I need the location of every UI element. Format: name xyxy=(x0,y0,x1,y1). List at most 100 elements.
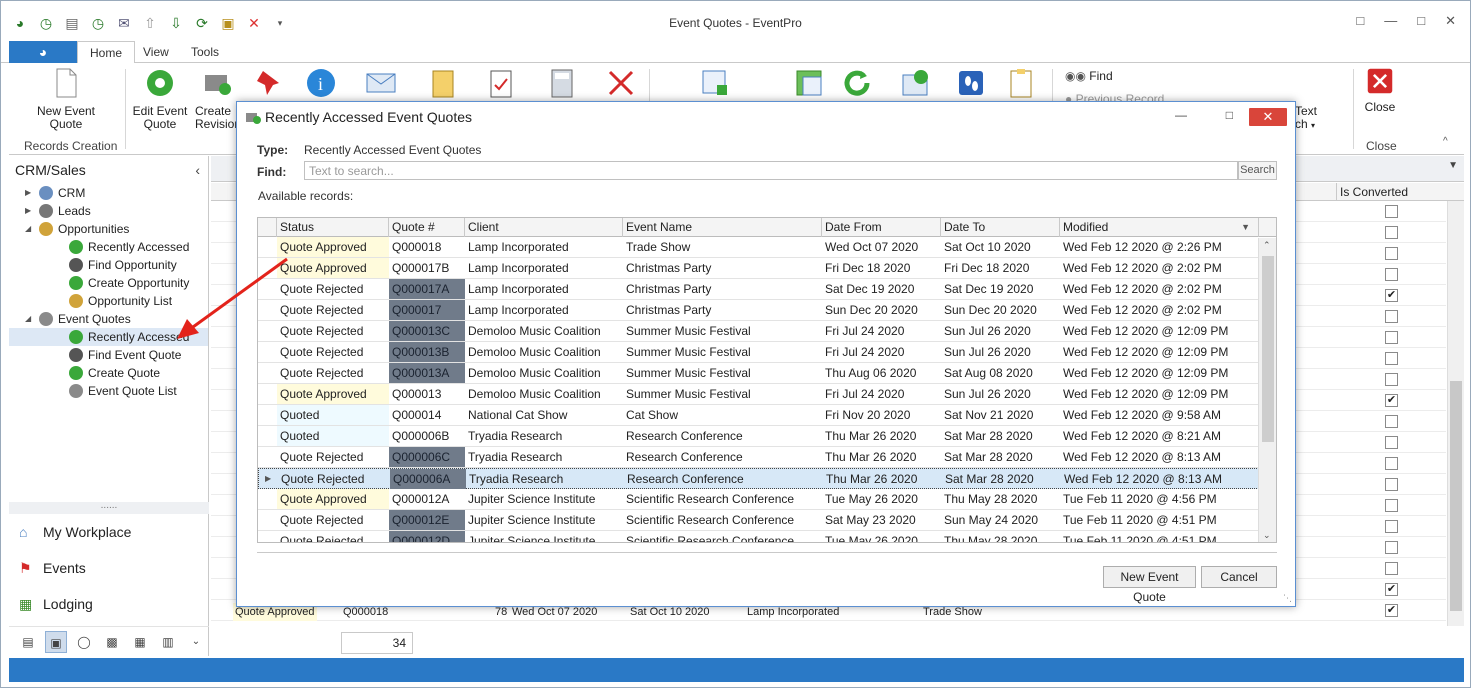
new-event-quote-button[interactable]: New Event Quote xyxy=(1103,566,1196,604)
is-converted-checkbox[interactable] xyxy=(1385,499,1398,512)
table-row[interactable]: Quoted Q000006B Tryadia Research Research C… xyxy=(258,426,1259,447)
refresh-icon[interactable] xyxy=(841,67,873,99)
column-header-status[interactable]: Status xyxy=(277,218,389,237)
is-converted-checkbox[interactable] xyxy=(1385,205,1398,218)
chevron-down-icon[interactable]: ▼ xyxy=(1448,160,1458,171)
sidebar-item-find-event-quote[interactable]: Find Event Quote xyxy=(9,346,208,364)
sidebar-item-event-quote-list[interactable]: Event Quote List xyxy=(9,382,208,400)
table-row[interactable]: Quote Rejected Q000013B Demoloo Music Coal… xyxy=(258,342,1259,363)
tree-expander-icon[interactable]: ▶ xyxy=(25,202,35,220)
tree-expander-icon[interactable]: ▶ xyxy=(25,184,35,202)
collapse-ribbon-icon[interactable]: ^ xyxy=(1443,136,1448,147)
scroll-thumb[interactable] xyxy=(1450,381,1462,611)
clipboard-check-icon[interactable] xyxy=(485,67,517,99)
table-row[interactable]: Quote Approved Q000017B Lamp Incorporated C… xyxy=(258,258,1259,279)
nav-my-workplace[interactable]: ⌂ My Workplace xyxy=(9,514,209,550)
find-button[interactable]: ◉◉ Find xyxy=(1065,69,1113,83)
minimize-icon[interactable]: — xyxy=(1384,13,1397,29)
sidebar-item-find-opportunity[interactable]: Find Opportunity xyxy=(9,256,208,274)
sidebar-item-recently-accessed[interactable]: Recently Accessed xyxy=(9,328,208,346)
is-converted-checkbox[interactable] xyxy=(1385,478,1398,491)
cancel-button[interactable]: Cancel xyxy=(1201,566,1277,588)
sidebar-splitter[interactable]: ...... xyxy=(9,501,209,514)
is-converted-checkbox[interactable] xyxy=(1385,541,1398,554)
mail-icon[interactable] xyxy=(365,67,397,99)
nav-events[interactable]: ⚑ Events xyxy=(9,550,209,586)
pin-icon[interactable] xyxy=(253,67,285,99)
chat-bubble-icon[interactable]: ◯ xyxy=(73,631,95,653)
text-search-button[interactable]: Text xyxy=(1295,104,1317,118)
is-converted-checkbox[interactable] xyxy=(1385,373,1398,386)
table-row[interactable]: Quote Rejected Q000006C Tryadia Research Re… xyxy=(258,447,1259,468)
scroll-thumb[interactable] xyxy=(1262,256,1274,442)
search-button[interactable]: Search xyxy=(1238,161,1277,180)
table-row[interactable]: Quote Approved Q000018 Lamp Incorporated Tr… xyxy=(258,237,1259,258)
minimize-icon[interactable]: — xyxy=(1175,108,1187,122)
table-row[interactable]: Quote Rejected Q000017A Lamp Incorporated C… xyxy=(258,279,1259,300)
table-row[interactable]: Quote Rejected Q000012E Jupiter Science In… xyxy=(258,510,1259,531)
resize-grip-icon[interactable]: ⋱ xyxy=(1283,593,1292,604)
table-row[interactable]: Quote Rejected Q000012D Jupiter Science In… xyxy=(258,531,1259,542)
tab-tools[interactable]: Tools xyxy=(179,41,231,63)
sidebar-item-leads[interactable]: ▶ Leads xyxy=(9,202,208,220)
is-converted-checkbox[interactable] xyxy=(1385,331,1398,344)
background-scrollbar[interactable] xyxy=(1447,201,1464,626)
sidebar-item-crm[interactable]: ▶ CRM xyxy=(9,184,208,202)
find-input[interactable] xyxy=(304,161,1238,180)
is-converted-checkbox[interactable] xyxy=(1385,436,1398,449)
edit-event-quote-button[interactable]: Edit Event Quote xyxy=(131,67,189,131)
chevron-down-icon[interactable]: ⌄ xyxy=(185,631,207,653)
is-converted-checkbox[interactable] xyxy=(1385,457,1398,470)
chevron-left-icon[interactable]: ‹ xyxy=(195,156,200,184)
create-revision-button[interactable]: Create Revision xyxy=(195,67,241,131)
is-converted-checkbox[interactable] xyxy=(1385,562,1398,575)
is-converted-checkbox[interactable] xyxy=(1385,352,1398,365)
is-converted-checkbox[interactable] xyxy=(1385,520,1398,533)
is-converted-checkbox[interactable] xyxy=(1385,268,1398,281)
app-menu-button[interactable]: ◕ xyxy=(9,41,77,63)
clipboard-icon[interactable]: ▩ xyxy=(101,631,123,653)
sidebar-item-opportunities[interactable]: ◢ Opportunities xyxy=(9,220,208,238)
tree-expander-icon[interactable]: ◢ xyxy=(25,220,35,238)
tree-expander-icon[interactable]: ◢ xyxy=(25,310,35,328)
notepad-icon[interactable]: ▥ xyxy=(157,631,179,653)
column-header-date-to[interactable]: Date To xyxy=(941,218,1060,237)
crm-sales-icon[interactable]: ▣ xyxy=(45,630,67,653)
is-converted-checkbox[interactable] xyxy=(1385,247,1398,260)
table-row[interactable]: Quote Approved Q000012A Jupiter Science In… xyxy=(258,489,1259,510)
is-converted-column[interactable]: Is Converted xyxy=(1336,183,1446,201)
delete-x-icon[interactable] xyxy=(605,67,637,99)
is-converted-checkbox[interactable] xyxy=(1385,415,1398,428)
spreadsheet-icon[interactable] xyxy=(793,67,825,99)
footsteps-icon[interactable] xyxy=(955,67,987,99)
column-header-quote[interactable]: Quote # xyxy=(389,218,465,237)
notepad-icon[interactable] xyxy=(427,67,459,99)
chart-icon[interactable]: ▤ xyxy=(17,631,39,653)
table-row[interactable]: Quote Rejected Q000013C Demoloo Music Coal… xyxy=(258,321,1259,342)
scroll-up-icon[interactable]: ⌃ xyxy=(1263,240,1271,251)
sidebar-item-event-quotes[interactable]: ◢ Event Quotes xyxy=(9,310,208,328)
close-icon[interactable]: ✕ xyxy=(1249,108,1287,126)
column-header-date-from[interactable]: Date From xyxy=(822,218,941,237)
info-icon[interactable]: i xyxy=(305,67,337,99)
is-converted-checkbox[interactable] xyxy=(1385,310,1398,323)
tab-home[interactable]: Home xyxy=(77,41,136,64)
close-button[interactable]: Close xyxy=(1359,67,1401,114)
is-converted-checkbox[interactable] xyxy=(1385,226,1398,239)
sidebar-item-create-opportunity[interactable]: Create Opportunity xyxy=(9,274,208,292)
restore-icon[interactable]: □ xyxy=(1356,13,1364,29)
maximize-icon[interactable]: □ xyxy=(1226,108,1233,122)
nav-lodging[interactable]: ▦ Lodging xyxy=(9,586,209,622)
table-row[interactable]: Quote Rejected Q000017 Lamp Incorporated Ch… xyxy=(258,300,1259,321)
maximize-icon[interactable]: □ xyxy=(1417,13,1425,29)
sidebar-item-opportunity-list[interactable]: Opportunity List xyxy=(9,292,208,310)
new-event-quote-button[interactable]: New Event Quote xyxy=(29,67,103,131)
is-converted-checkbox[interactable]: ✔ xyxy=(1385,583,1398,596)
settings-window-icon[interactable] xyxy=(899,67,931,99)
column-header-client[interactable]: Client xyxy=(465,218,623,237)
table-row[interactable]: Quote Rejected Q000013A Demoloo Music Coal… xyxy=(258,363,1259,384)
sidebar-item-recently-accessed[interactable]: Recently Accessed xyxy=(9,238,208,256)
table-row[interactable]: Quoted Q000014 National Cat Show Cat Show Fr… xyxy=(258,405,1259,426)
sidebar-item-create-quote[interactable]: Create Quote xyxy=(9,364,208,382)
table-row[interactable]: Quote Approved Q000013 Demoloo Music Coali… xyxy=(258,384,1259,405)
